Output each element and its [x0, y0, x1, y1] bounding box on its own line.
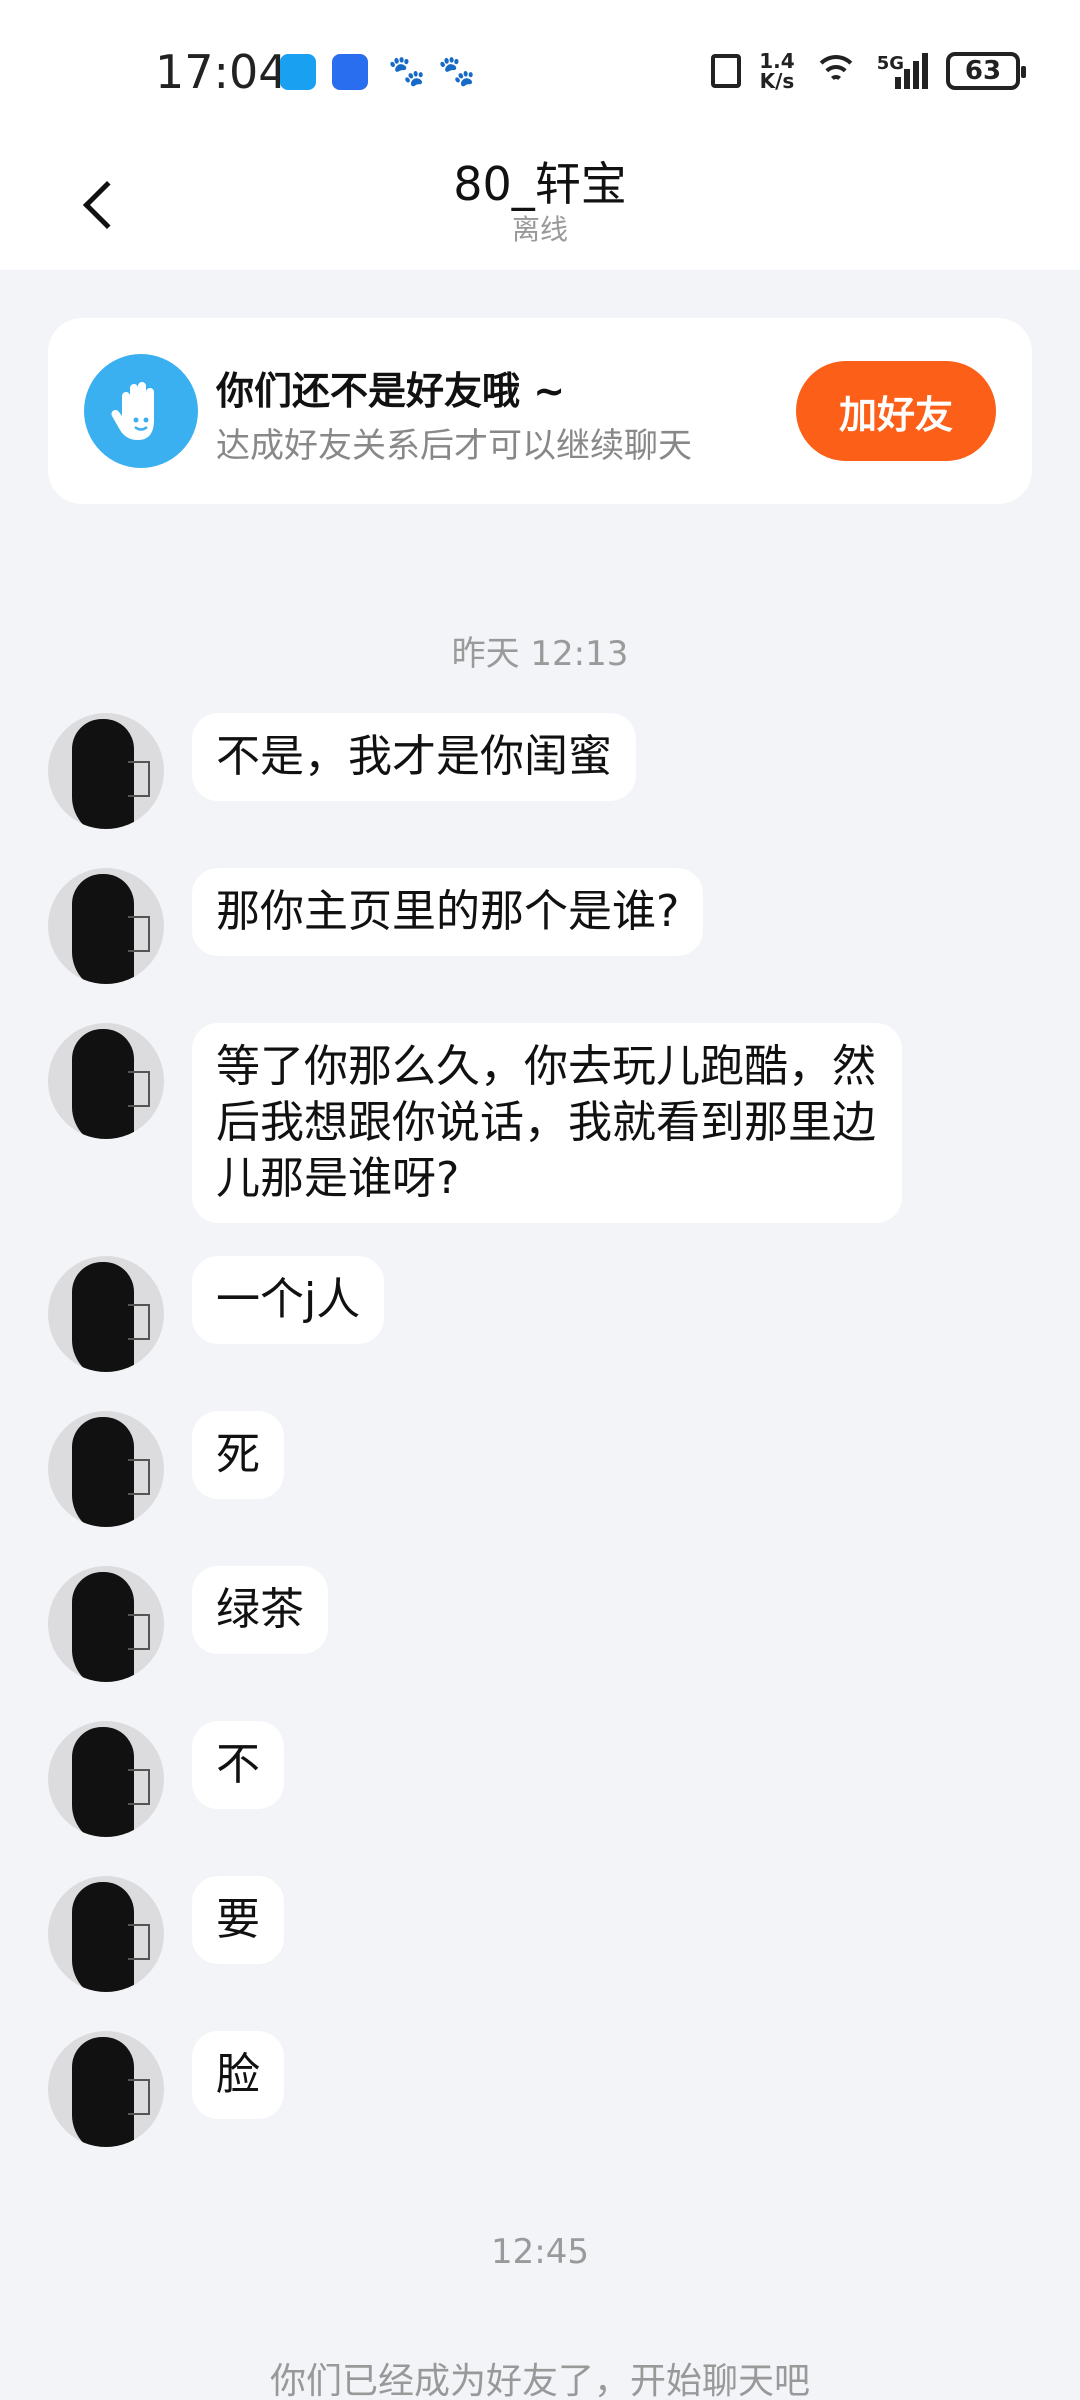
message-bubble[interactable]: 绿茶	[192, 1566, 328, 1654]
message-bubble[interactable]: 那你主页里的那个是谁?	[192, 868, 704, 956]
status-bar: 17:04 🐾 🐾 1.4 K/s 5G 63	[0, 0, 1080, 140]
chat-header: 80_轩宝 离线	[0, 140, 1080, 270]
status-time: 17:04	[155, 45, 288, 99]
chat-app-icon	[280, 54, 316, 90]
baidu-paw-icon: 🐾	[388, 54, 426, 89]
message-bubble[interactable]: 不	[192, 1721, 284, 1809]
avatar[interactable]	[48, 1411, 164, 1527]
avatar[interactable]	[48, 1876, 164, 1992]
message-bubble[interactable]: 一个j人	[192, 1256, 385, 1344]
avatar[interactable]	[48, 868, 164, 984]
online-status: 离线	[511, 213, 568, 246]
battery-icon: 63	[946, 52, 1026, 90]
avatar[interactable]	[48, 713, 164, 829]
avatar[interactable]	[48, 1566, 164, 1682]
message-row: 那你主页里的那个是谁?	[48, 868, 704, 984]
avatar[interactable]	[48, 1023, 164, 1139]
signal-icon: 5G	[877, 53, 928, 89]
message-bubble[interactable]: 要	[192, 1876, 284, 1964]
message-row: 要	[48, 1876, 284, 1992]
baidu-paw-icon: 🐾	[438, 54, 476, 89]
avatar[interactable]	[48, 2031, 164, 2147]
timestamp: 12:45	[491, 2232, 589, 2272]
shield-app-icon	[332, 54, 368, 90]
message-row: 一个j人	[48, 1256, 385, 1372]
message-row: 等了你那么久，你去玩儿跑酷，然后我想跟你说话，我就看到那里边儿那是谁呀?	[48, 1023, 902, 1223]
avatar[interactable]	[48, 1721, 164, 1837]
message-row: 不	[48, 1721, 284, 1837]
message-row: 不是，我才是你闺蜜	[48, 713, 636, 829]
wifi-icon	[812, 55, 859, 87]
message-bubble[interactable]: 不是，我才是你闺蜜	[192, 713, 636, 801]
card-subtitle: 达成好友关系后才可以继续聊天	[216, 426, 692, 466]
message-row: 死	[48, 1411, 284, 1527]
message-bubble[interactable]: 脸	[192, 2031, 284, 2119]
message-bubble[interactable]: 死	[192, 1411, 284, 1499]
add-friend-button[interactable]: 加好友	[796, 361, 996, 461]
friend-request-card: 你们还不是好友哦 ~ 达成好友关系后才可以继续聊天 加好友	[48, 318, 1032, 504]
system-note: 你们已经成为好友了，开始聊天吧	[269, 2361, 810, 2400]
message-row: 绿茶	[48, 1566, 328, 1682]
vibrate-icon	[711, 54, 742, 88]
avatar[interactable]	[48, 1256, 164, 1372]
battery-level: 63	[964, 56, 1002, 86]
message-bubble[interactable]: 等了你那么久，你去玩儿跑酷，然后我想跟你说话，我就看到那里边儿那是谁呀?	[192, 1023, 902, 1223]
hand-wave-icon	[84, 354, 198, 468]
network-speed: 1.4 K/s	[759, 49, 795, 93]
message-row: 脸	[48, 2031, 284, 2147]
card-title: 你们还不是好友哦 ~	[216, 369, 566, 413]
chat-title: 80_轩宝	[453, 157, 627, 211]
timestamp: 昨天 12:13	[451, 634, 629, 674]
